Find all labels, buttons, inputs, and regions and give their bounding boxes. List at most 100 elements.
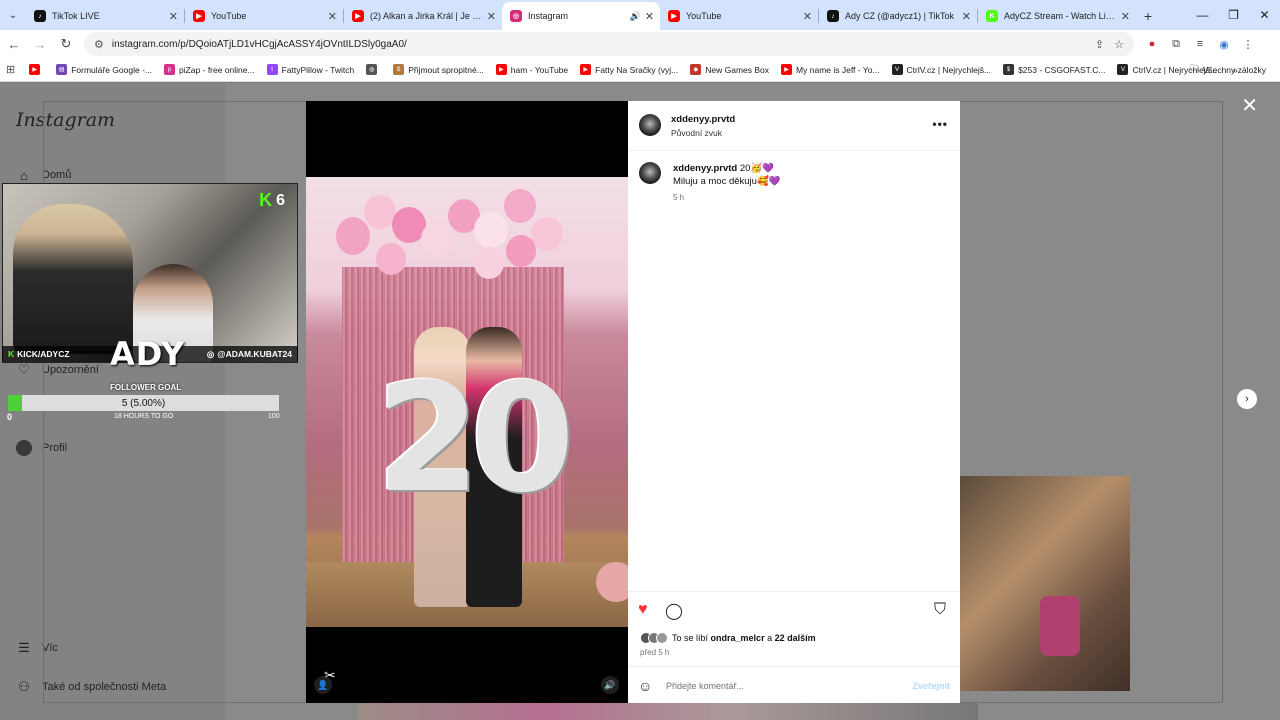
save-bookmark-icon[interactable]: ⛉ — [934, 601, 946, 619]
tab-close-icon[interactable]: ✕ — [803, 10, 812, 23]
tab-title: (2) Alkan a Jirka Král | Je nejlep — [370, 11, 483, 21]
globe-icon: ◍ — [366, 64, 378, 75]
tip-icon: $ — [393, 64, 405, 75]
kick-small-icon: K — [8, 349, 15, 359]
post-media[interactable]: 20 ✂ 👤 🔊 — [306, 101, 628, 703]
bookmark-item[interactable]: ▤ Formuláře Google -... — [56, 64, 152, 75]
back-icon[interactable]: ← — [2, 32, 26, 56]
bookmark-item[interactable]: $ $253 - CSGOFAST.C... — [1003, 64, 1105, 75]
kick-icon: K — [986, 10, 998, 22]
site-info-icon[interactable]: ⚙ — [94, 38, 104, 51]
bookmark-item[interactable]: V CtrlV.cz | Nejrychlejš... — [891, 64, 992, 75]
comment-input[interactable] — [666, 680, 913, 691]
browser-tab[interactable]: ▶ (2) Alkan a Jirka Král | Je nejlep ✕ — [344, 2, 502, 30]
bookmark-item[interactable]: $ Přijmout spropitné... — [393, 64, 484, 75]
likes-user[interactable]: ondra_melcr — [711, 633, 765, 643]
bookmark-label: CtrlV.cz | Nejrychlejš... — [906, 64, 992, 75]
follower-goal-bar: 5 (5.00%) — [8, 395, 279, 411]
caption-line: xddenyy.prvtd 20🥳💜 — [673, 163, 774, 174]
tab-title: YouTube — [686, 11, 722, 21]
caption-avatar[interactable] — [639, 162, 661, 184]
instagram-icon: ◎ — [510, 10, 522, 22]
install-app-icon[interactable]: ⇪ — [1095, 38, 1104, 51]
tab-close-icon[interactable]: ✕ — [1121, 10, 1130, 23]
tiktok-icon: ♪ — [827, 10, 839, 22]
browser-tab[interactable]: K AdyCZ Stream - Watch Live on ✕ — [978, 2, 1136, 30]
author-username[interactable]: xddenyy.prvtd — [671, 114, 735, 125]
emoji-icon[interactable]: ☺ — [638, 678, 658, 694]
author-avatar[interactable] — [639, 114, 661, 136]
comment-icon[interactable]: ◯ — [665, 601, 683, 621]
forward-icon[interactable]: → — [28, 32, 52, 56]
close-window-icon[interactable]: ✕ — [1249, 0, 1280, 30]
browser-tab[interactable]: ◎ Instagram 🔊 ✕ — [502, 2, 660, 30]
kick-viewer-badge: K 6 — [259, 190, 285, 211]
more-options-icon[interactable]: ••• — [932, 117, 948, 131]
caption-text-2: Miluju a moc děkuju🥰💜 — [673, 176, 781, 187]
audio-label[interactable]: Původní zvuk — [671, 128, 722, 138]
bookmark-item[interactable]: p piZap - free online... — [164, 64, 255, 75]
menu-icon: ☰ — [18, 640, 30, 655]
tab-audio-icon[interactable]: 🔊 — [630, 11, 641, 22]
caption-username[interactable]: xddenyy.prvtd — [673, 163, 737, 174]
bookmark-star-icon[interactable]: ☆ — [1114, 38, 1124, 51]
kick-logo-icon: K — [259, 190, 273, 210]
insta-handle-text: @ADAM.KUBAT24 — [217, 348, 292, 359]
reading-list-icon[interactable]: ≡ — [1188, 32, 1212, 56]
url-text[interactable]: instagram.com/p/DQoioATjLD1vHCgjAcASSY4j… — [112, 39, 1085, 50]
tab-close-icon[interactable]: ✕ — [169, 10, 178, 23]
tab-close-icon[interactable]: ✕ — [962, 10, 971, 23]
next-post-button[interactable]: › — [1237, 389, 1257, 409]
tab-search-icon[interactable]: ⌄ — [0, 0, 26, 30]
tab-close-icon[interactable]: ✕ — [645, 10, 654, 23]
bookmark-item[interactable]: ◍ — [366, 64, 381, 75]
profile-avatar — [16, 440, 32, 456]
apps-grid-icon[interactable]: ⊞ — [6, 63, 15, 76]
bookmark-item[interactable]: t FattyPillow - Twitch — [266, 64, 354, 75]
volume-icon[interactable]: 🔊 — [601, 676, 619, 694]
background-thumbnail[interactable] — [960, 476, 1130, 691]
reload-icon[interactable]: ↻ — [54, 32, 78, 56]
kick-handle: K KICK/ADYCZ — [8, 349, 70, 359]
post-header: xddenyy.prvtd Původní zvuk ••• — [628, 101, 960, 151]
close-icon[interactable]: ✕ — [1241, 93, 1258, 118]
post-comment-button[interactable]: Zveřejnit — [912, 681, 950, 691]
browser-toolbar: ← → ↻ ⚙ instagram.com/p/DQoioATjLD1vHCgj… — [0, 30, 1280, 58]
bookmark-item[interactable]: ▶ — [29, 64, 44, 75]
profile-avatar-icon[interactable]: ◉ — [1212, 32, 1236, 56]
balloon-number: 20 — [376, 352, 575, 526]
posted-ago: před 5 h — [640, 648, 670, 657]
likes-and: a — [767, 633, 773, 643]
youtube-icon: ▶ — [29, 64, 41, 75]
tab-title: Instagram — [528, 11, 569, 21]
bookmark-item[interactable]: ▶ ham - YouTube — [495, 64, 568, 75]
bookmark-item[interactable]: ▶ Fatty Na Sračky (vyj... — [580, 64, 678, 75]
folder-icon: 🗀 — [1190, 63, 1199, 73]
tagged-user-icon[interactable]: 👤 — [314, 676, 332, 694]
new-tab-button[interactable]: + — [1136, 2, 1160, 30]
extension-red-icon[interactable]: ● — [1140, 32, 1164, 56]
meta-apps-icon: ⚇ — [18, 679, 30, 694]
youtube-icon: ▶ — [352, 10, 364, 22]
browser-tab[interactable]: ▶ YouTube ✕ — [660, 2, 818, 30]
bookmark-item[interactable]: ◆ New Games Box — [690, 64, 769, 75]
address-bar[interactable]: ⚙ instagram.com/p/DQoioATjLD1vHCgjAcASSY… — [84, 32, 1134, 56]
browser-menu-icon[interactable]: ⋮ — [1236, 32, 1260, 56]
like-heart-icon[interactable]: ♥ — [638, 601, 648, 619]
instagram-page: Instagram ⌂ Domů ♡ Upozornění Profil ☰ V… — [0, 83, 1280, 720]
browser-tab[interactable]: ♪ Ady CZ (@adycz1) | TikTok ✕ — [819, 2, 977, 30]
tab-title: TikTok LIVE — [52, 11, 100, 21]
likes-others[interactable]: 22 dalším — [775, 633, 816, 643]
browser-tab[interactable]: ♪ TikTok LIVE ✕ — [26, 2, 184, 30]
pizap-icon: p — [164, 64, 175, 75]
bookmark-item[interactable]: ▶ My name is Jeff - Yo... — [781, 64, 880, 75]
all-bookmarks[interactable]: 🗀 Všechny záložky — [1190, 58, 1266, 82]
browser-tab[interactable]: ▶ YouTube ✕ — [185, 2, 343, 30]
minimize-icon[interactable]: — — [1187, 0, 1218, 30]
tab-close-icon[interactable]: ✕ — [487, 10, 496, 23]
extensions-puzzle-icon[interactable]: ⧉ — [1164, 32, 1188, 56]
restore-icon[interactable]: ❐ — [1218, 0, 1249, 30]
tab-close-icon[interactable]: ✕ — [328, 10, 337, 23]
csgofast-icon: $ — [1003, 64, 1015, 75]
likes-summary[interactable]: To se líbí ondra_melcr a 22 dalším — [640, 632, 816, 644]
